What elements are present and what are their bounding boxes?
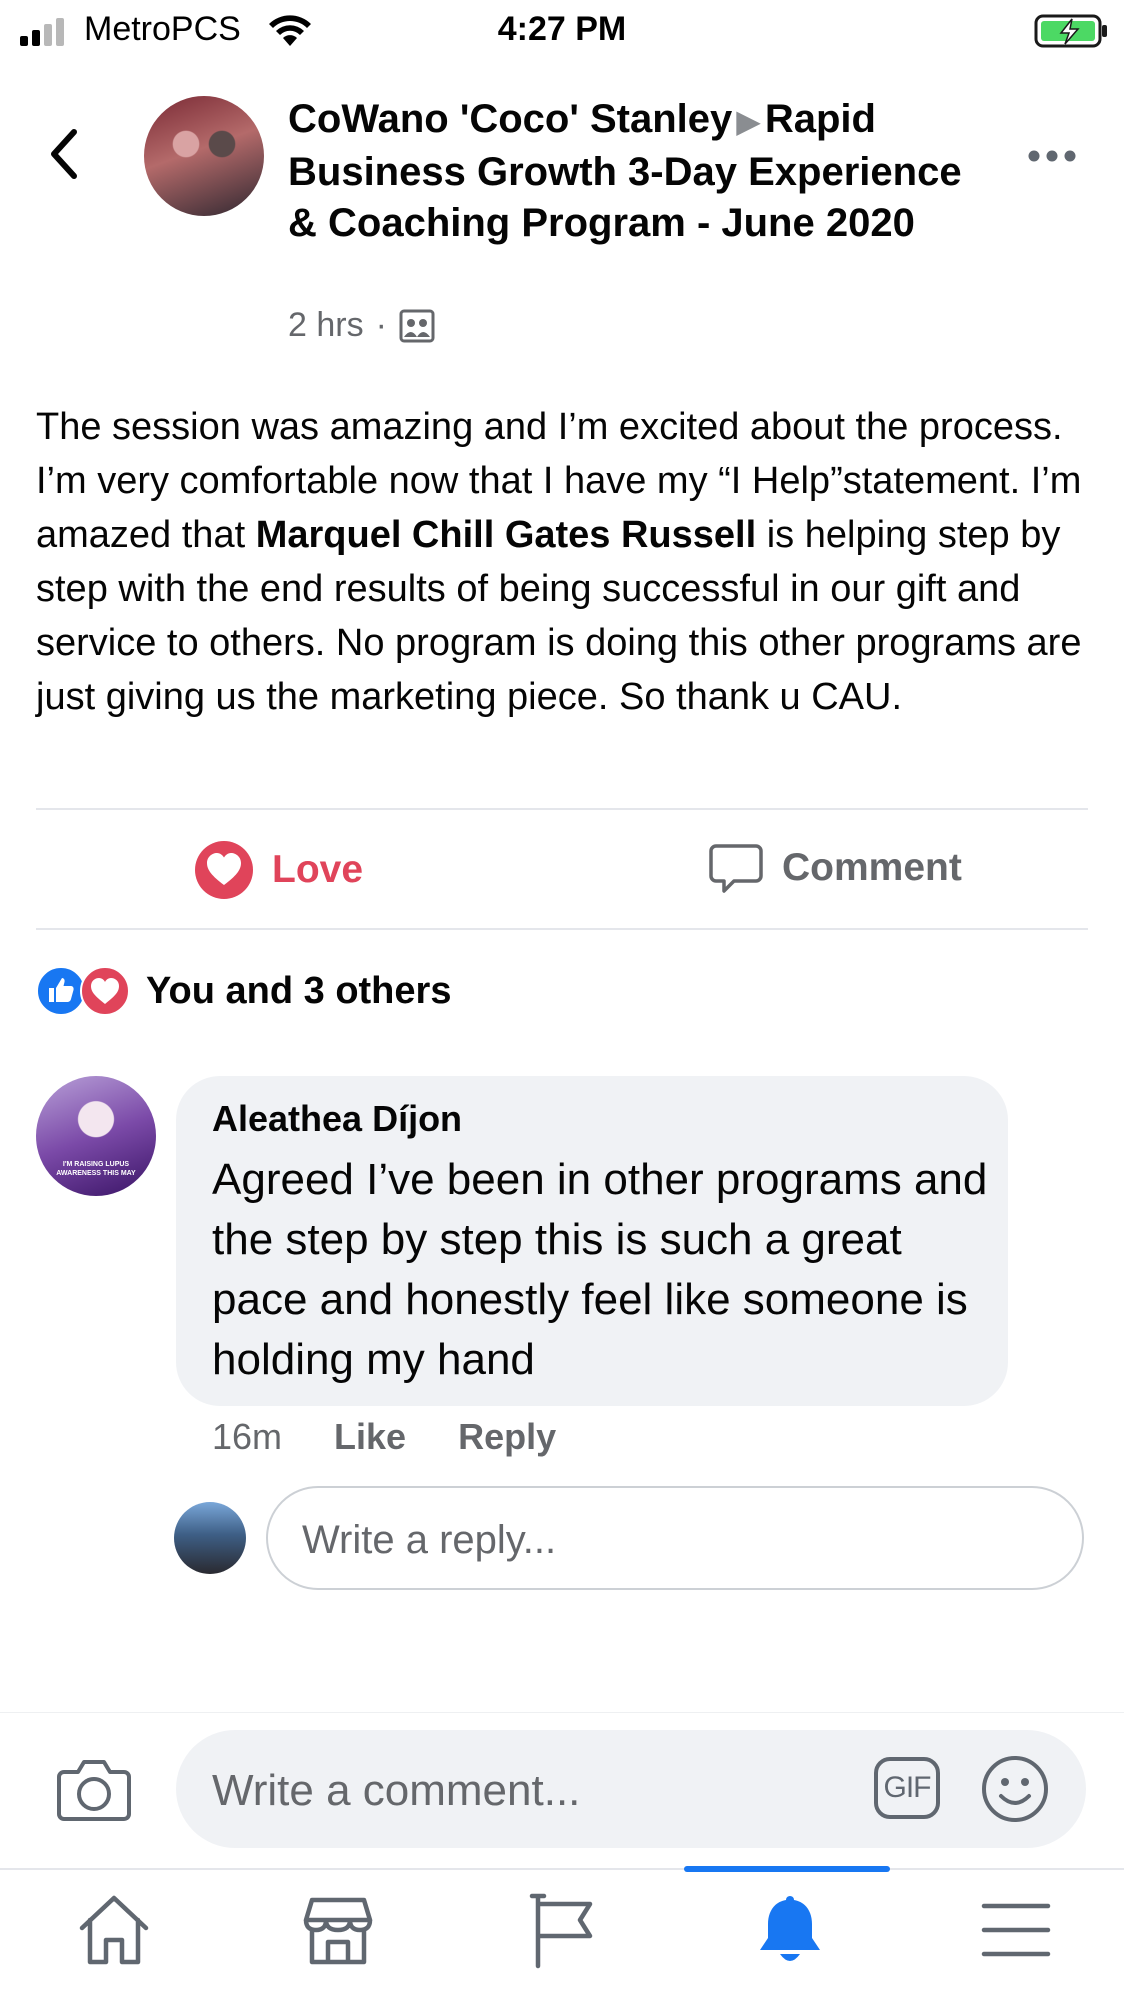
comment-meta: 16m Like Reply <box>212 1416 556 1458</box>
gif-button[interactable]: GIF <box>874 1757 940 1819</box>
divider <box>36 928 1088 930</box>
status-time: 4:27 PM <box>497 10 627 48</box>
emoji-smiley-icon[interactable] <box>980 1754 1050 1824</box>
post-body: The session was amazing and I’m excited … <box>36 400 1096 724</box>
commenter-avatar[interactable]: I'M RAISING LUPUS AWARENESS THIS MAY <box>36 1076 156 1196</box>
group-arrow-icon: ▶ <box>736 103 761 139</box>
comment-bubble-icon <box>709 844 763 893</box>
comment-time: 16m <box>212 1416 283 1457</box>
post-meta: 2 hrs · <box>288 306 435 345</box>
marketplace-icon[interactable] <box>298 1890 378 1970</box>
comment-text: Agreed I’ve been in other programs and t… <box>212 1155 988 1384</box>
reply-input[interactable]: Write a reply... <box>266 1486 1084 1590</box>
avatar-caption: I'M RAISING LUPUS AWARENESS THIS MAY <box>56 1161 136 1177</box>
current-user-avatar <box>174 1502 246 1574</box>
battery-charging-icon <box>1034 14 1107 48</box>
comment-like-button[interactable]: Like <box>334 1416 406 1458</box>
commenter-name[interactable]: Aleathea Díjon <box>212 1098 462 1140</box>
comment-button-label: Comment <box>782 846 962 889</box>
author-avatar[interactable] <box>144 96 264 216</box>
back-chevron-icon[interactable] <box>44 124 84 184</box>
post-author-link[interactable]: CoWano 'Coco' Stanley <box>288 97 732 141</box>
mention-link[interactable]: Marquel Chill Gates Russell <box>256 514 756 556</box>
reply-input-placeholder: Write a reply... <box>302 1518 557 1562</box>
comment-button[interactable]: Comment <box>708 840 962 896</box>
meta-separator: · <box>375 306 387 344</box>
home-icon[interactable] <box>74 1890 154 1970</box>
status-bar: MetroPCS 4:27 PM <box>0 0 1124 60</box>
love-reaction-small-icon <box>80 966 130 1016</box>
post-time[interactable]: 2 hrs <box>288 306 364 345</box>
like-reaction-icon <box>36 966 86 1016</box>
notifications-bell-icon[interactable] <box>750 1890 830 1970</box>
active-tab-indicator <box>684 1866 890 1872</box>
comment-input[interactable]: Write a comment... <box>176 1730 1086 1848</box>
comment-reply-button[interactable]: Reply <box>458 1416 556 1458</box>
love-button[interactable]: Love <box>194 840 363 900</box>
camera-icon[interactable] <box>56 1754 132 1824</box>
comment-input-placeholder: Write a comment... <box>212 1766 581 1815</box>
reaction-icons <box>36 966 132 1016</box>
reactions-count-text: You and 3 others <box>146 969 452 1012</box>
menu-icon[interactable] <box>976 1890 1056 1970</box>
pages-flag-icon[interactable] <box>524 1890 604 1970</box>
more-options-icon[interactable] <box>1026 146 1078 166</box>
divider <box>36 808 1088 810</box>
reactions-summary[interactable]: You and 3 others <box>36 966 451 1016</box>
post-header-title: CoWano 'Coco' Stanley ▶ Rapid Business Gro… <box>288 94 988 249</box>
group-members-icon <box>399 309 435 342</box>
love-button-label: Love <box>272 848 364 891</box>
love-reaction-icon <box>195 841 253 899</box>
